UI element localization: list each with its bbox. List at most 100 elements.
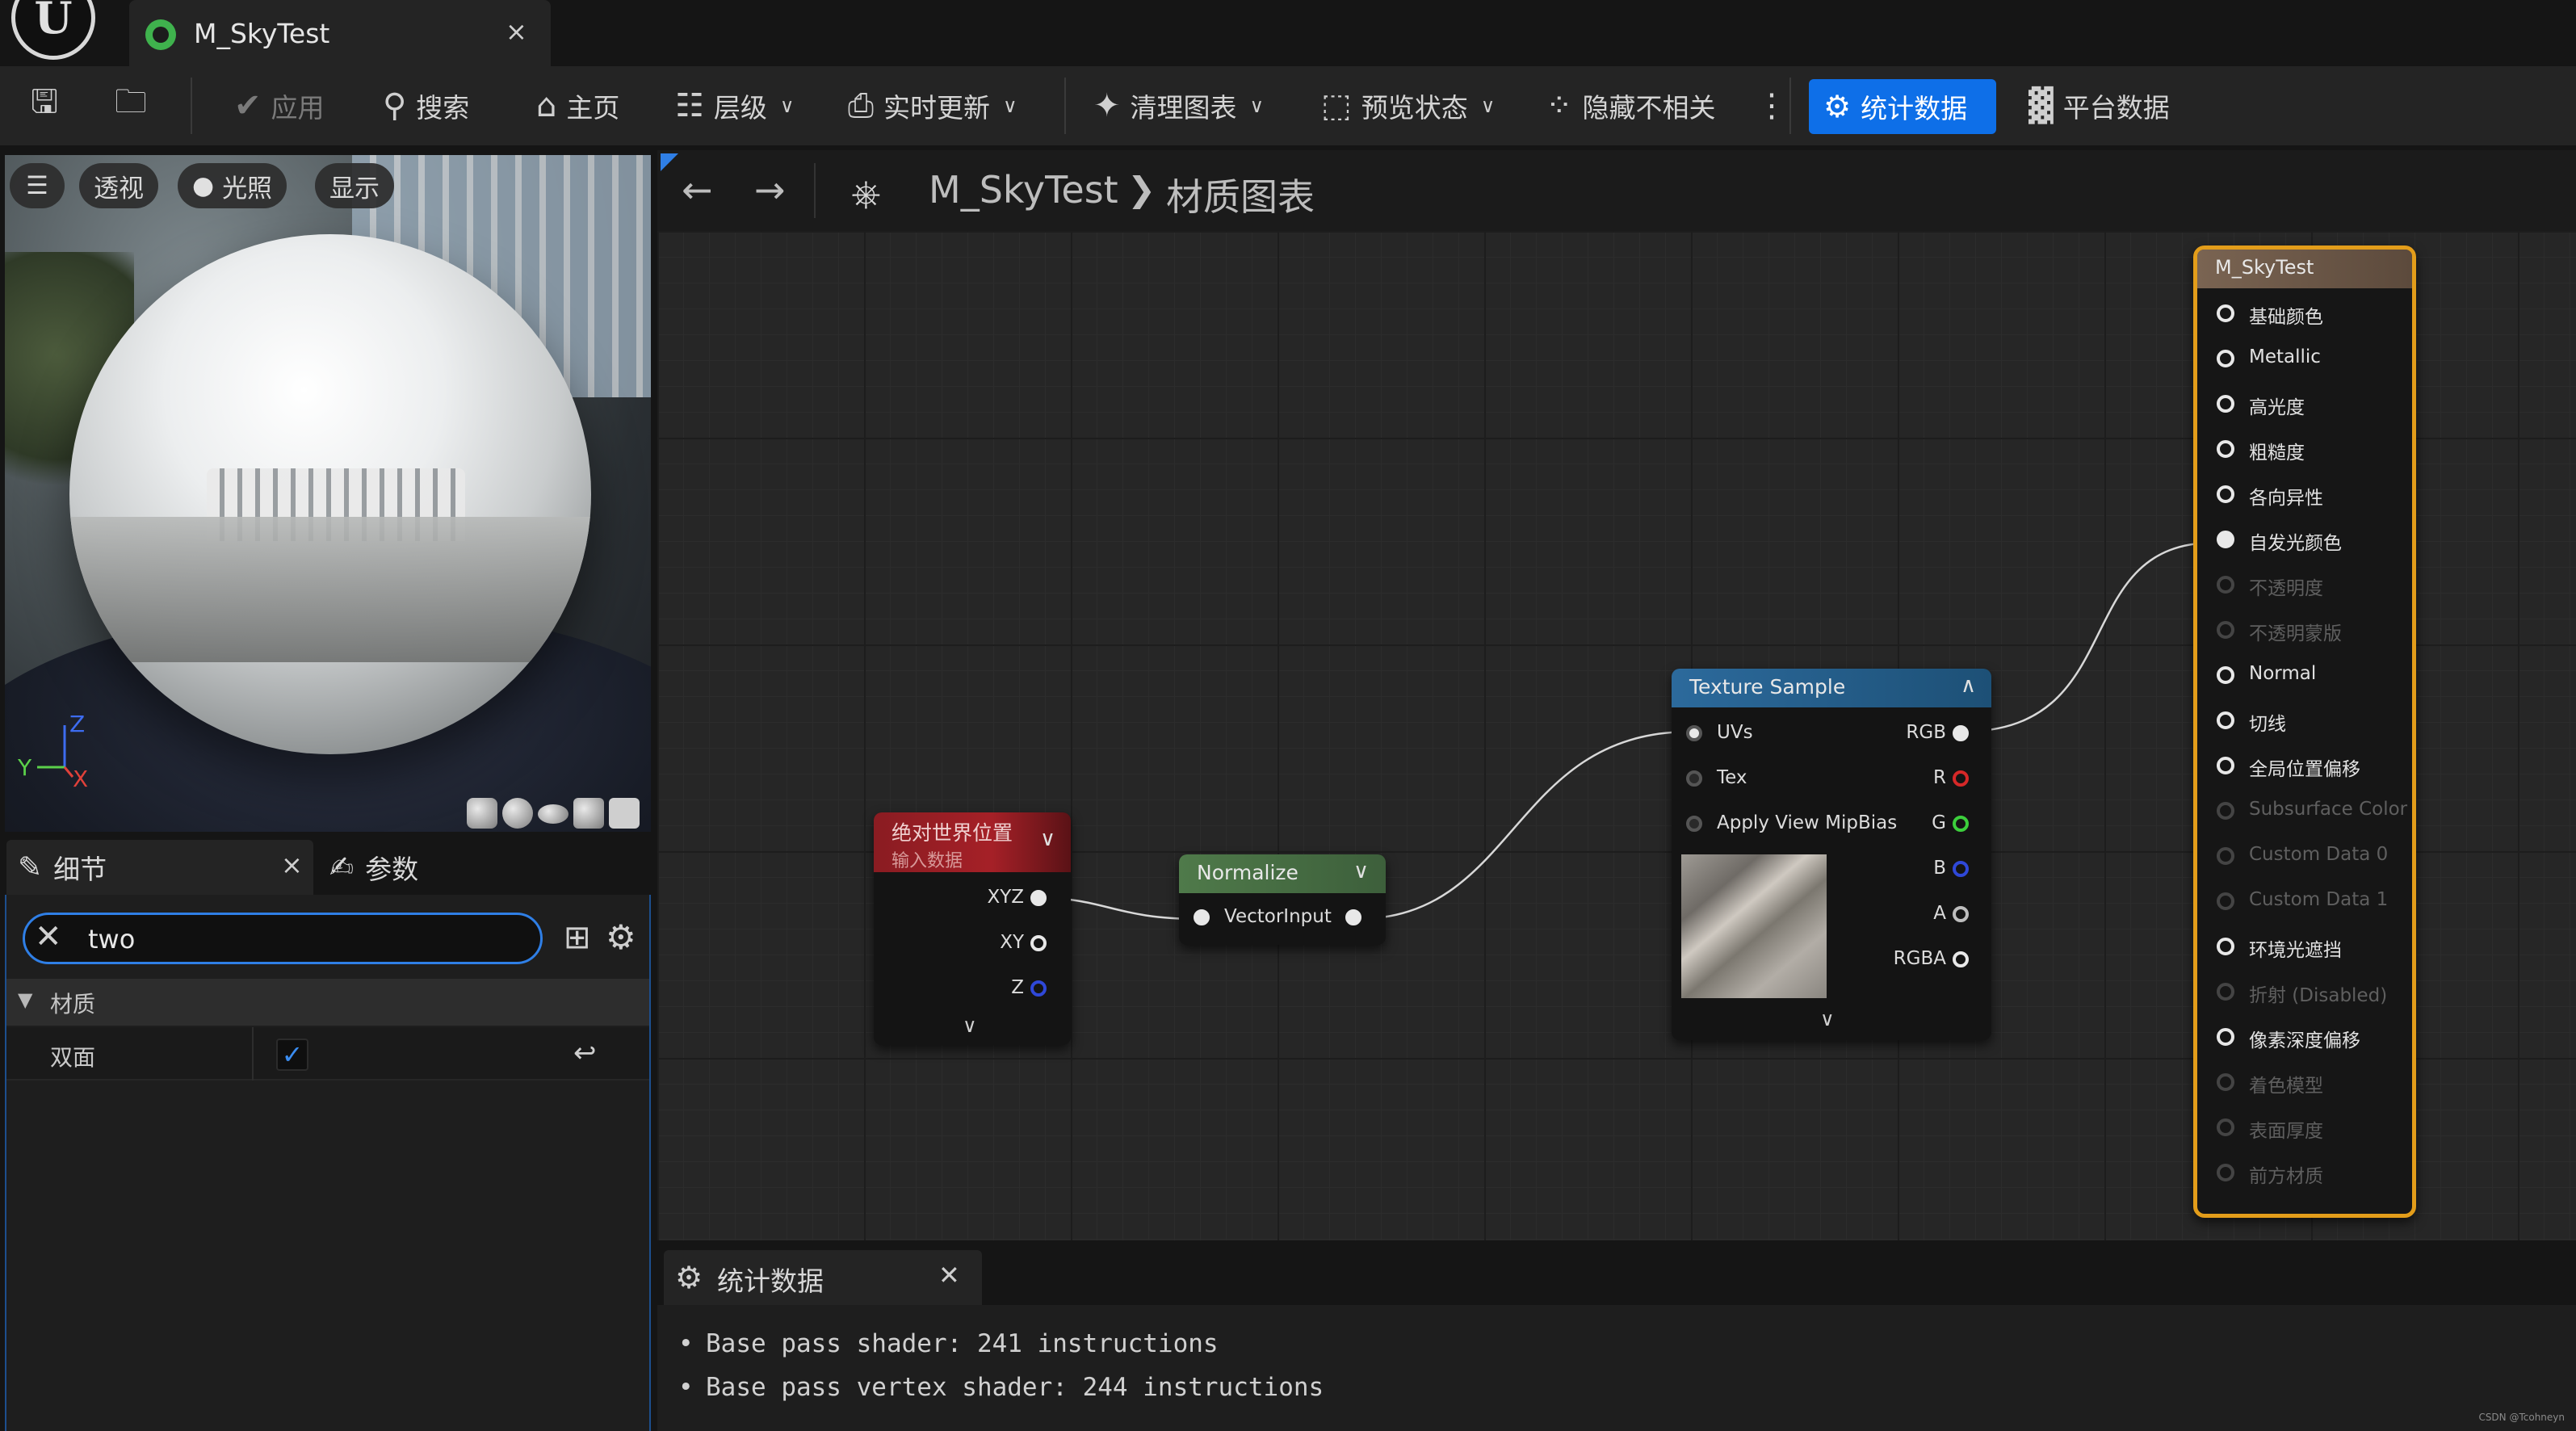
- viewport-menu-button[interactable]: ☰: [10, 163, 65, 208]
- clean-graph-dropdown[interactable]: ✦ 清理图表 ∨: [1093, 66, 1264, 145]
- two-sided-checkbox[interactable]: ✓: [276, 1039, 308, 1071]
- result-input-pin[interactable]: [2217, 531, 2234, 548]
- result-input-pin[interactable]: [2217, 440, 2234, 458]
- preview-cube-icon[interactable]: [573, 798, 604, 829]
- expand-chevron-icon[interactable]: ∨: [1820, 1008, 1835, 1030]
- result-input-pin[interactable]: [2217, 1164, 2234, 1181]
- breadcrumb-asset[interactable]: M_SkyTest: [929, 168, 1118, 212]
- node-title: Normalize: [1197, 861, 1298, 884]
- input-pin-mipbias[interactable]: [1686, 816, 1702, 832]
- back-arrow-icon[interactable]: ←: [682, 168, 713, 212]
- output-pin-xyz[interactable]: [1030, 890, 1047, 906]
- result-input-pin[interactable]: [2217, 576, 2234, 594]
- input-pin-vector[interactable]: [1194, 909, 1210, 925]
- gear-icon[interactable]: ⚙: [606, 917, 636, 957]
- preview-custom-mesh-icon[interactable]: [609, 798, 640, 829]
- collapse-chevron-icon[interactable]: ∨: [1353, 859, 1369, 883]
- output-pin-r[interactable]: [1953, 770, 1969, 787]
- output-pin-a[interactable]: [1953, 906, 1969, 922]
- lighting-button[interactable]: ● 光照: [178, 163, 287, 208]
- result-input-pin[interactable]: [2217, 304, 2234, 322]
- live-update-dropdown[interactable]: ⎙ 实时更新 ∨: [848, 66, 1017, 145]
- pin-label: A: [1933, 903, 1946, 924]
- result-input-pin[interactable]: [2217, 847, 2234, 865]
- close-tab-icon[interactable]: ✕: [938, 1260, 960, 1290]
- forward-arrow-icon[interactable]: →: [754, 168, 786, 212]
- document-tab[interactable]: M_SkyTest ×: [129, 0, 551, 66]
- platform-stats-icon: ▓: [2028, 87, 2054, 124]
- result-pin-label: Normal: [2249, 663, 2317, 684]
- result-input-pin[interactable]: [2217, 938, 2234, 955]
- output-pin-rgb[interactable]: [1953, 725, 1969, 741]
- tab-parameters[interactable]: ✍ 参数: [329, 840, 418, 895]
- result-input-pin[interactable]: [2217, 1028, 2234, 1046]
- platform-stats-button[interactable]: ▓ 平台数据: [2028, 66, 2170, 145]
- breadcrumb-graph[interactable]: 材质图表: [1166, 168, 1315, 221]
- pin-label: XY: [1000, 932, 1024, 953]
- node-title: Texture Sample: [1689, 675, 1846, 699]
- details-tab-bar: ✎ 细节 × ✍ 参数: [0, 835, 651, 895]
- result-input-pin[interactable]: [2217, 666, 2234, 684]
- browse-button[interactable]: 🗀: [115, 66, 147, 145]
- absolute-world-position-node[interactable]: 绝对世界位置 输入数据 ∨ XYZ XY Z ∨: [874, 812, 1071, 1045]
- unreal-engine-logo-icon[interactable]: U: [11, 0, 95, 60]
- result-input-pin[interactable]: [2217, 621, 2234, 639]
- more-options-icon: ⋮: [1756, 87, 1788, 124]
- preview-state-dropdown[interactable]: ⬚ 预览状态 ∨: [1321, 66, 1495, 145]
- result-input-pin[interactable]: [2217, 395, 2234, 413]
- result-input-pin[interactable]: [2217, 983, 2234, 1001]
- normalize-node[interactable]: Normalize ∨ VectorInput: [1179, 854, 1386, 945]
- preview-sphere-icon[interactable]: [502, 798, 533, 829]
- output-pin-g[interactable]: [1953, 816, 1969, 832]
- result-input-pin[interactable]: [2217, 485, 2234, 503]
- output-pin-xy[interactable]: [1030, 935, 1047, 951]
- input-pin-tex[interactable]: [1686, 770, 1702, 787]
- details-panel: ✕ ⊞ ⚙ ▼ 材质 双面 ✓ ↩: [5, 895, 651, 1431]
- tab-details[interactable]: ✎ 细节 ×: [6, 840, 313, 895]
- home-button[interactable]: ⌂ 主页: [536, 66, 619, 145]
- hierarchy-dropdown[interactable]: ☷ 层级 ∨: [675, 66, 794, 145]
- close-tab-icon[interactable]: ×: [281, 850, 303, 880]
- collapse-chevron-icon[interactable]: ∨: [1040, 827, 1055, 851]
- reset-to-default-icon[interactable]: ↩: [573, 1037, 597, 1069]
- save-button[interactable]: 🖫: [31, 66, 58, 145]
- show-button[interactable]: 显示: [315, 163, 394, 208]
- close-tab-icon[interactable]: ×: [506, 16, 527, 47]
- material-preview-viewport[interactable]: ☰ 透视 ● 光照 显示 Z Y X: [5, 155, 651, 832]
- texture-sample-node[interactable]: Texture Sample ∧ UVs Tex Apply View MipB…: [1672, 669, 1991, 1040]
- result-input-pin[interactable]: [2217, 757, 2234, 774]
- collapse-chevron-icon[interactable]: ∧: [1961, 674, 1976, 698]
- output-pin-b[interactable]: [1953, 861, 1969, 877]
- apply-button[interactable]: ✔ 应用: [234, 66, 325, 145]
- output-pin[interactable]: [1345, 909, 1361, 925]
- result-pin-label: 高光度: [2249, 397, 2305, 418]
- hide-unrelated-button[interactable]: ⁘ 隐藏不相关: [1546, 66, 1716, 145]
- save-icon: 🖫: [31, 83, 59, 120]
- details-search-input[interactable]: [88, 923, 524, 955]
- result-input-pin[interactable]: [2217, 1118, 2234, 1136]
- result-input-pin[interactable]: [2217, 350, 2234, 367]
- table-view-icon[interactable]: ⊞: [564, 919, 591, 956]
- preview-plane-icon[interactable]: [538, 804, 568, 824]
- search-button[interactable]: ⚲ 搜索: [383, 66, 469, 145]
- result-pin-label: 像素深度偏移: [2249, 1030, 2360, 1051]
- toolbar-more-button[interactable]: ⋮: [1756, 66, 1788, 145]
- result-input-pin[interactable]: [2217, 711, 2234, 729]
- output-pin-rgba[interactable]: [1953, 951, 1969, 967]
- result-input-pin[interactable]: [2217, 1073, 2234, 1091]
- graph-focus-marker: [661, 153, 678, 171]
- result-input-pin[interactable]: [2217, 802, 2234, 820]
- preview-cylinder-icon[interactable]: [467, 798, 497, 829]
- perspective-button[interactable]: 透视: [79, 163, 158, 208]
- result-pin-label: 切线: [2249, 714, 2286, 735]
- clear-search-icon[interactable]: ✕: [35, 918, 62, 955]
- category-material[interactable]: ▼ 材质: [6, 979, 649, 1026]
- material-result-node[interactable]: M_SkyTest 基础颜色 Metallic 高光度 粗糙度 各向异性 自发光颜色 不透明…: [2193, 245, 2416, 1218]
- input-pin-uvs[interactable]: [1686, 725, 1702, 741]
- result-input-pin[interactable]: [2217, 892, 2234, 910]
- tab-stats[interactable]: ⚙ 统计数据 ✕: [664, 1250, 982, 1305]
- output-pin-z[interactable]: [1030, 980, 1047, 997]
- stats-toggle-button[interactable]: ⚙ 统计数据: [1809, 79, 1996, 134]
- stats-tab-label: 统计数据: [717, 1265, 824, 1297]
- expand-chevron-icon[interactable]: ∨: [963, 1014, 977, 1037]
